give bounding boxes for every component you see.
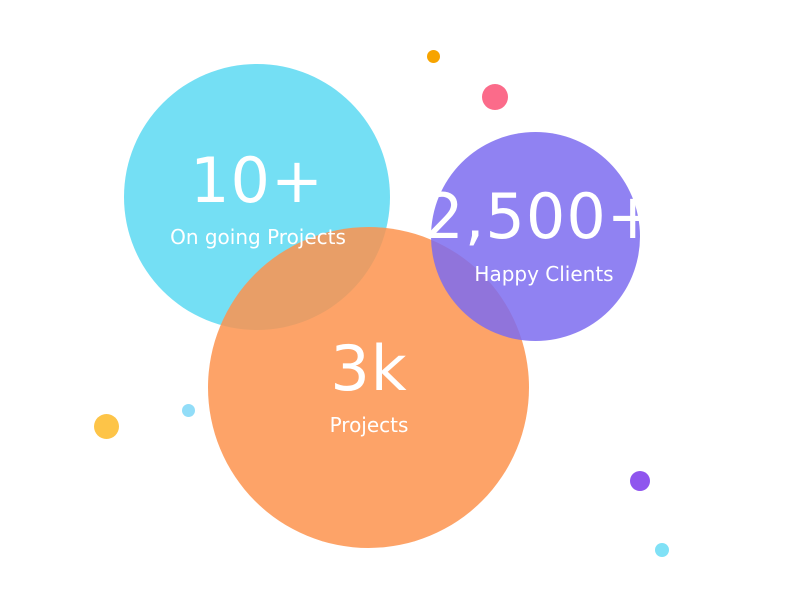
purple-dot — [630, 471, 650, 491]
pink-dot — [482, 84, 508, 110]
light-blue-dot — [182, 404, 195, 417]
yellow-dot — [94, 414, 119, 439]
happy-clients-value: 2,500+ — [424, 180, 660, 253]
ongoing-projects-label: On going Projects — [170, 225, 346, 249]
cyan-dot — [655, 543, 669, 557]
orange-dot — [427, 50, 440, 63]
ongoing-projects-value: 10+ — [190, 144, 324, 217]
happy-clients-label: Happy Clients — [474, 262, 614, 286]
stats-bubbles-section: 10+ On going Projects 3k Projects 2,500+… — [0, 0, 802, 612]
projects-label: Projects — [329, 413, 409, 437]
projects-value: 3k — [330, 332, 408, 405]
